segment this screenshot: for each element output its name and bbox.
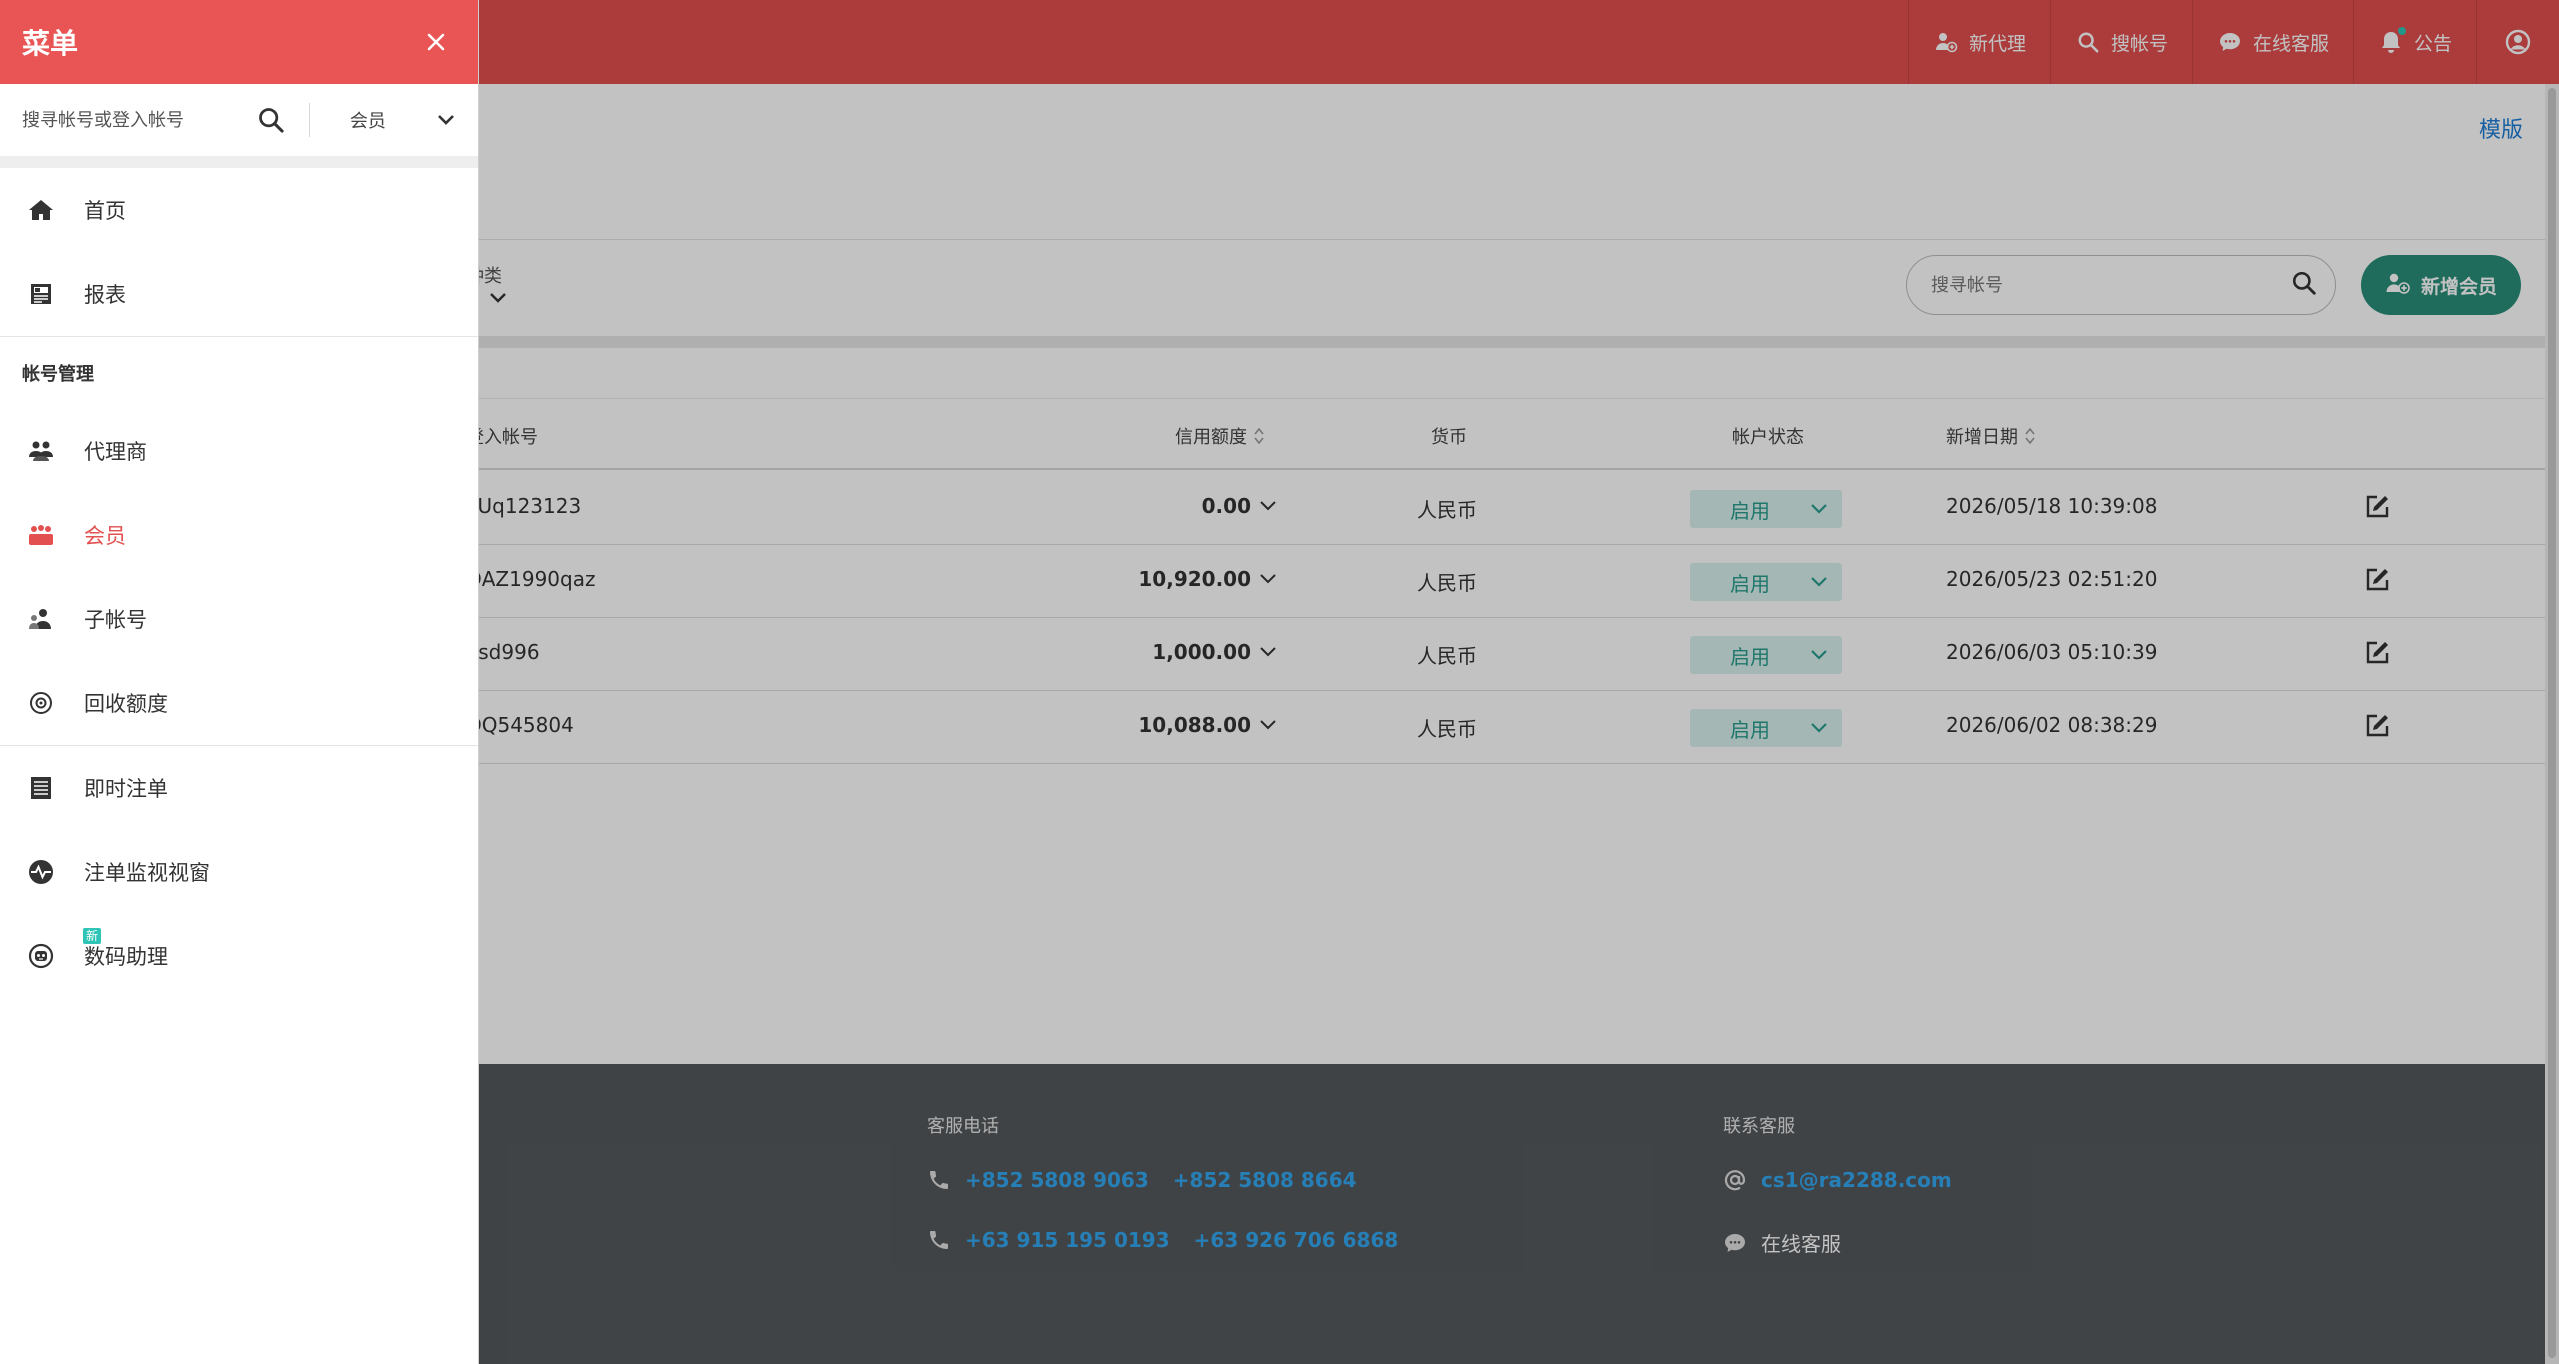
menu-item-reports[interactable]: 报表 xyxy=(0,252,478,336)
search-type-select[interactable]: 会员 xyxy=(334,107,456,133)
side-menu-drawer: 菜单 会员 首页 报表 帐号管理 代理商 xyxy=(0,0,479,1364)
close-icon[interactable] xyxy=(422,28,450,56)
menu-item-label: 回收额度 xyxy=(84,692,168,716)
drawer-search-bar: 会员 xyxy=(0,84,478,168)
reclaim-icon xyxy=(28,690,54,716)
live-bets-icon xyxy=(28,775,54,801)
drawer-search-input[interactable] xyxy=(22,109,247,131)
menu-item-label: 代理商 xyxy=(84,440,147,464)
report-icon xyxy=(28,281,54,307)
menu-item-members[interactable]: 会员 xyxy=(0,493,478,577)
section-title-account-management: 帐号管理 xyxy=(22,364,94,385)
search-divider xyxy=(309,103,310,137)
menu-item-label: 子帐号 xyxy=(84,608,147,632)
chevron-down-icon xyxy=(438,115,454,125)
menu-item-live-bets[interactable]: 即时注单 xyxy=(0,746,478,830)
monitor-icon xyxy=(28,859,54,885)
menu-item-label: 即时注单 xyxy=(84,777,168,801)
menu-item-reclaim-credit[interactable]: 回收额度 xyxy=(0,661,478,745)
drawer-header: 菜单 xyxy=(0,0,478,84)
new-badge: 新 xyxy=(83,928,102,944)
menu-item-label: 报表 xyxy=(84,283,126,307)
menu-item-agents[interactable]: 代理商 xyxy=(0,409,478,493)
menu-item-sub-accounts[interactable]: 子帐号 xyxy=(0,577,478,661)
sub-account-icon xyxy=(28,606,54,632)
menu-item-digital-assistant[interactable]: 新 数码助理 xyxy=(0,914,478,998)
menu-item-home[interactable]: 首页 xyxy=(0,168,478,252)
menu-item-label: 首页 xyxy=(84,199,126,223)
search-type-value: 会员 xyxy=(349,111,386,132)
menu-item-bet-monitor[interactable]: 注单监视视窗 xyxy=(0,830,478,914)
home-icon xyxy=(28,197,54,223)
menu-item-label: 注单监视视窗 xyxy=(84,861,210,885)
menu-item-label: 数码助理 xyxy=(84,945,168,969)
agents-icon xyxy=(28,438,54,464)
menu-item-label: 会员 xyxy=(84,524,126,548)
assistant-icon xyxy=(28,943,54,969)
members-icon xyxy=(28,522,54,548)
search-icon[interactable] xyxy=(257,106,285,134)
drawer-title: 菜单 xyxy=(22,27,79,60)
